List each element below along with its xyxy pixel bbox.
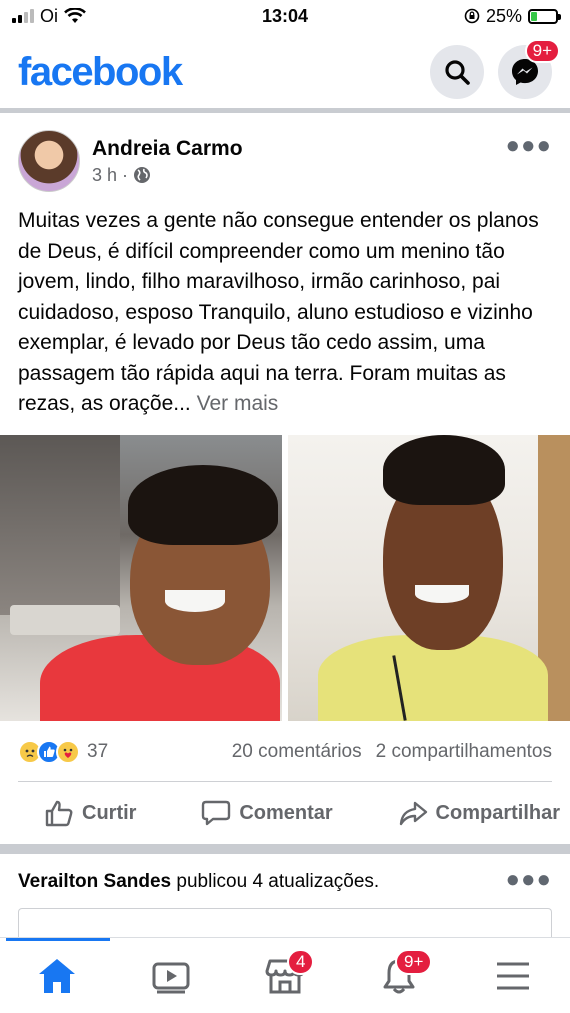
nav-notifications[interactable]: 9+ [369, 948, 433, 1001]
author-avatar[interactable] [18, 130, 80, 192]
header-actions: 9+ [430, 39, 560, 99]
shares-count[interactable]: 2 compartilhamentos [376, 741, 552, 763]
nav-marketplace[interactable]: 4 [255, 948, 315, 1001]
post-options-button[interactable]: ●●● [506, 132, 553, 160]
next-post-header: Verailton Sandes publicou 4 atualizações… [18, 866, 552, 898]
facebook-logo[interactable]: facebook [18, 50, 183, 95]
app-header: facebook 9+ [0, 39, 570, 104]
post-photo-2[interactable] [288, 435, 570, 721]
photo-person-hair [128, 465, 278, 545]
post-meta: 3 h · [92, 165, 243, 186]
photo-background-shelf [0, 435, 120, 615]
status-right: 25% [464, 5, 561, 27]
like-icon [45, 800, 73, 827]
see-more-link[interactable]: Ver mais [197, 392, 279, 415]
photo-person-hair [383, 435, 505, 505]
messenger-button[interactable]: 9+ [498, 39, 560, 99]
actions-divider [18, 781, 552, 782]
post-separator [0, 844, 570, 854]
post-text: Muitas vezes a gente não consegue entend… [18, 209, 539, 415]
post-text-block: Muitas vezes a gente não consegue entend… [18, 206, 552, 420]
next-post-options-button[interactable]: ●●● [506, 866, 553, 894]
feed-divider [0, 108, 570, 113]
next-post-text[interactable]: Verailton Sandes publicou 4 atualizações… [18, 871, 379, 893]
engagement-counts: 20 comentários 2 compartilhamentos [232, 741, 552, 763]
home-icon [39, 958, 75, 993]
photo-person-smile [415, 585, 469, 603]
comment-icon [202, 800, 231, 826]
share-icon [399, 801, 427, 826]
nav-home[interactable] [27, 951, 87, 1001]
messenger-badge: 9+ [524, 39, 560, 63]
comment-label: Comentar [239, 801, 333, 824]
nav-active-indicator [6, 938, 110, 941]
like-label: Curtir [82, 801, 137, 824]
notifications-badge: 9+ [395, 948, 433, 975]
marketplace-badge: 4 [287, 948, 315, 975]
battery-percent: 25% [485, 5, 522, 26]
wifi-icon [64, 8, 86, 23]
menu-icon [497, 962, 529, 989]
reactions-summary[interactable]: 37 [18, 740, 108, 764]
post-photos [0, 435, 570, 721]
post-photo-1[interactable] [0, 435, 282, 721]
bottom-nav: 4 9+ [0, 937, 570, 1013]
photo-background-counter [10, 605, 120, 635]
care-reaction-icon [56, 740, 80, 764]
next-post-author[interactable]: Verailton Sandes [18, 871, 171, 892]
like-button[interactable]: Curtir [44, 799, 136, 827]
share-label: Compartilhar [435, 801, 560, 824]
comment-button[interactable]: Comentar [201, 799, 333, 827]
signal-icon [12, 9, 34, 23]
nav-menu[interactable] [483, 951, 543, 1001]
post-author[interactable]: Andreia Carmo [92, 137, 243, 161]
next-post-summary: publicou 4 atualizações. [171, 871, 380, 892]
search-icon [445, 60, 470, 85]
comments-count[interactable]: 20 comentários [232, 741, 362, 763]
search-button[interactable] [430, 45, 484, 99]
video-icon [152, 962, 190, 993]
orientation-lock-icon [464, 8, 480, 24]
post-time[interactable]: 3 h · [92, 165, 128, 186]
reactions-row: 37 20 comentários 2 compartilhamentos [18, 736, 552, 768]
battery-level [531, 11, 537, 21]
status-left: Oi [12, 6, 86, 27]
post-header: Andreia Carmo 3 h · ●●● [18, 128, 552, 194]
globe-icon [134, 167, 151, 183]
reaction-count: 37 [87, 741, 109, 762]
nav-watch[interactable] [141, 951, 201, 1001]
status-bar: Oi 13:04 25% [0, 0, 570, 32]
post-actions: Curtir Comentar Compartilhar [0, 790, 570, 836]
photo-person-smile [165, 590, 225, 612]
share-button[interactable]: Compartilhar [398, 799, 560, 827]
carrier-name: Oi [40, 5, 58, 26]
author-block: Andreia Carmo 3 h · [92, 137, 243, 186]
battery-icon [528, 8, 561, 24]
